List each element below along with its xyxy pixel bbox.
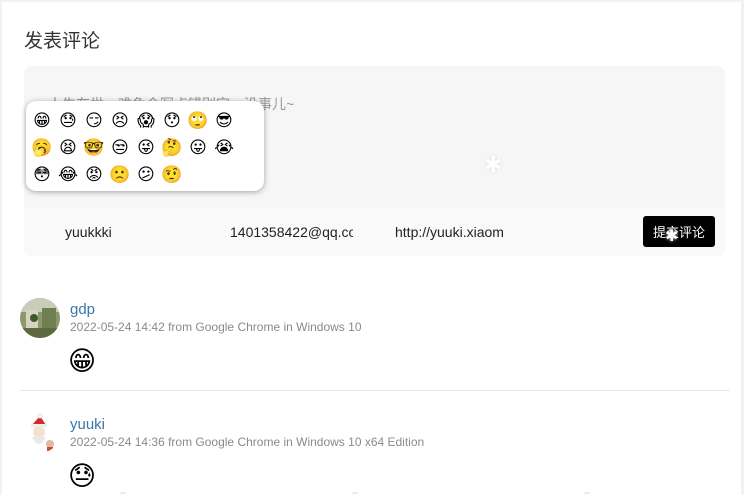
url-input[interactable] xyxy=(395,220,535,244)
rolling-eyes-face-icon[interactable]: 🙄 xyxy=(187,110,209,132)
avatar[interactable] xyxy=(20,413,60,453)
yawn-face-icon[interactable]: 🥱 xyxy=(31,137,53,159)
glasses-face-icon[interactable]: 🤓 xyxy=(83,137,105,159)
flushed-face-icon[interactable]: 😳 xyxy=(31,164,53,186)
comment-section: 发表评论 ✱ 提交评论 ✱ 😁😓😏😣😱😯🙄😎🥱😫🤓😒😜🤔😛😭😳😂😡🙁😕🤨 xyxy=(2,2,741,495)
comment-author-link[interactable]: gdp xyxy=(70,301,95,318)
sparkle-decoration-icon: ✱ xyxy=(484,152,503,177)
angry-face-icon[interactable]: 😡 xyxy=(83,164,105,186)
avatar[interactable] xyxy=(20,298,60,338)
question-face-icon[interactable]: 🤨 xyxy=(161,164,183,186)
name-input[interactable] xyxy=(65,220,205,244)
submit-comment-button[interactable]: 提交评论 xyxy=(643,216,715,247)
sweat-face-icon: 😓 xyxy=(68,461,97,491)
faint-divider-mark xyxy=(352,492,358,494)
wink-tongue-face-icon[interactable]: 😜 xyxy=(135,137,157,159)
confused-face-icon[interactable]: 😕 xyxy=(135,164,157,186)
persevere-face-icon[interactable]: 😣 xyxy=(109,110,131,132)
crying-face-icon[interactable]: 😭 xyxy=(213,137,235,159)
scared-face-icon[interactable]: 😱 xyxy=(135,110,157,132)
author-fields-row: 提交评论 ✱ xyxy=(24,208,725,256)
thinking-face-icon[interactable]: 🤔 xyxy=(161,137,183,159)
comment-meta: 2022-05-24 14:36 from Google Chrome in W… xyxy=(70,435,425,449)
unamused-face-icon[interactable]: 😒 xyxy=(109,137,131,159)
sweat-face-icon[interactable]: 😓 xyxy=(57,110,79,132)
sparkle-decoration-icon: ✱ xyxy=(665,228,679,245)
grin-face-icon: 😁 xyxy=(68,346,97,376)
emoji-grid: 😁 😓 😏 😣 😱 😯 🙄 😎 🥱 😫 🤓 😒 😜 🤔 😛 😭 😳 😂 😡 🙁 😕 🤨 xyxy=(31,110,239,191)
sunglasses-face-icon[interactable]: 😎 xyxy=(213,110,235,132)
comment-meta: 2022-05-24 14:42 from Google Chrome in W… xyxy=(70,320,362,334)
tongue-face-icon[interactable]: 😛 xyxy=(187,137,209,159)
faint-divider-mark xyxy=(584,492,590,494)
sad-face-icon[interactable]: 🙁 xyxy=(109,164,131,186)
shout-face-icon[interactable]: 😫 xyxy=(57,137,79,159)
comment-author-link[interactable]: yuuki xyxy=(70,416,105,433)
emoji-picker-panel: 😁 😓 😏 😣 😱 😯 🙄 😎 🥱 😫 🤓 😒 😜 🤔 😛 😭 😳 😂 😡 🙁 😕 🤨 xyxy=(26,101,264,191)
grin-face-icon[interactable]: 😁 xyxy=(31,110,53,132)
comment-divider xyxy=(20,390,730,391)
faint-divider-mark xyxy=(120,492,126,494)
section-heading: 发表评论 xyxy=(24,31,101,52)
smirk-face-icon[interactable]: 😏 xyxy=(83,110,105,132)
email-input[interactable] xyxy=(230,220,353,244)
laugh-tears-face-icon[interactable]: 😂 xyxy=(57,164,79,186)
hushed-face-icon[interactable]: 😯 xyxy=(161,110,183,132)
